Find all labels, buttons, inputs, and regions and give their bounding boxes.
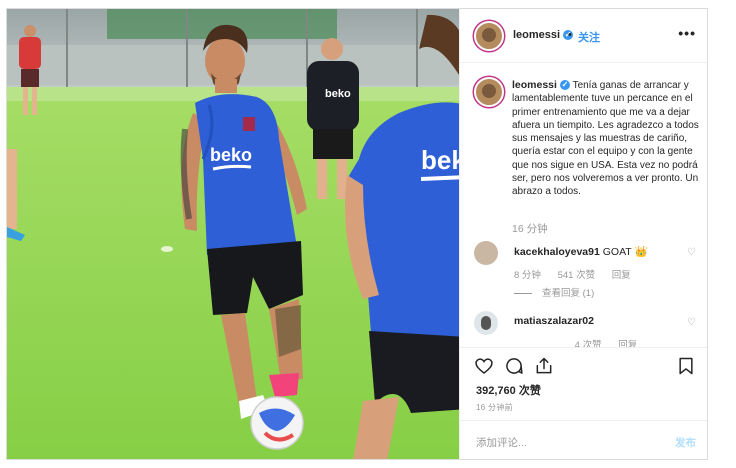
instagram-post-frame: beko beko be leomessi ✓ • 关注 ••• leomess… [6,8,708,460]
post-actions: 392,760 次赞 16 分钟前 添加评论... 发布 [460,347,707,459]
comment-text: kacekhaloyeva91 GOAT 👑 [514,245,648,258]
post-header: leomessi ✓ • 关注 ••• [460,9,707,63]
caption-timestamp: 16 分钟 [512,223,548,235]
caption-username[interactable]: leomessi ✓ [512,79,570,91]
caption-avatar[interactable] [474,77,504,107]
post-photo[interactable]: beko beko be [7,9,459,459]
commenter-avatar[interactable] [474,241,498,265]
comment-meta: 8 分钟 541 次赞 回复 [514,267,645,281]
commenter-avatar[interactable] [474,311,498,335]
heart-icon[interactable] [474,356,494,376]
replies-line [514,292,532,294]
comment-item: kacekhaloyeva91 GOAT 👑 ♡ 8 分钟 541 次赞 回复 … [474,241,704,299]
comment-text: matiaszalazar02 [514,315,594,327]
bookmark-icon[interactable] [676,356,696,376]
jersey-sponsor-main: beko [210,145,252,165]
comment-like-heart-icon[interactable]: ♡ [687,247,696,258]
add-comment-bar: 添加评论... 发布 [460,420,707,459]
post-side-panel: leomessi ✓ • 关注 ••• leomessi ✓ Tenía ganas… [459,9,707,459]
verified-badge-icon: ✓ [559,80,570,91]
jersey-sponsor-foreground: bek [421,145,459,175]
view-replies[interactable]: 查看回复 (1) [514,285,594,299]
post-comment-button[interactable]: 发布 [675,435,696,450]
separator-dot: • [568,29,572,41]
view-replies-label[interactable]: 查看回复 (1) [542,288,594,299]
commenter-username[interactable]: kacekhaloyeva91 [514,246,600,258]
comment-time: 8 分钟 [514,270,541,281]
comment-body: GOAT 👑 [602,246,648,258]
more-icon[interactable]: ••• [678,25,696,41]
coach-shirt-logo: beko [325,88,351,100]
author-avatar[interactable] [474,21,504,51]
author-username[interactable]: leomessi ✓ [513,29,574,41]
add-comment-input[interactable]: 添加评论... [476,435,527,450]
comment-reply-button[interactable]: 回复 [612,270,631,281]
follow-button[interactable]: 关注 [578,29,600,45]
share-icon[interactable] [534,356,554,376]
training-photo: beko beko be [7,9,459,459]
comment-icon[interactable] [504,356,524,376]
commenter-username[interactable]: matiaszalazar02 [514,315,594,327]
post-timestamp: 16 分钟前 [476,403,513,412]
like-count[interactable]: 392,760 次赞 [476,382,541,398]
comment-like-heart-icon[interactable]: ♡ [687,317,696,328]
comment-likes[interactable]: 541 次赞 [558,270,596,281]
post-caption: leomessi ✓ Tenía ganas de arrancar y lame… [512,79,707,199]
caption-text: Tenía ganas de arrancar y lamentablement… [512,80,699,198]
